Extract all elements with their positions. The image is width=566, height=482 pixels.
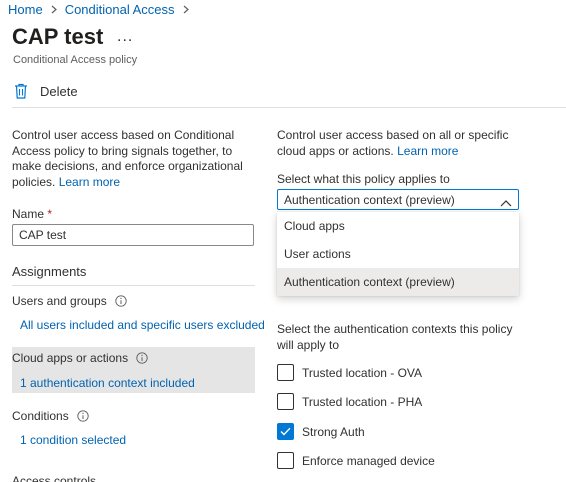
contexts-description: Select the authentication contexts this …: [277, 322, 513, 352]
option-label: Cloud apps: [284, 219, 345, 233]
delete-button[interactable]: Delete: [14, 83, 78, 99]
conditions-value-link[interactable]: 1 condition selected: [20, 433, 126, 447]
more-icon[interactable]: ...: [117, 28, 133, 46]
left-description: Control user access based on Conditional…: [12, 128, 252, 190]
checkbox-row-trusted-location-ova[interactable]: Trusted location - OVA: [277, 364, 422, 381]
assignments-heading: Assignments: [12, 264, 87, 279]
trash-icon: [14, 83, 28, 99]
chevron-right-icon: [183, 3, 189, 17]
access-controls-heading: Access controls: [12, 474, 97, 482]
users-and-groups-label: Users and groups: [12, 294, 107, 308]
conditions-row[interactable]: Conditions: [12, 409, 89, 423]
option-label: User actions: [284, 247, 351, 261]
cloud-apps-row[interactable]: Cloud apps or actions: [12, 351, 148, 365]
checkbox-row-enforce-managed-device[interactable]: Enforce managed device: [277, 452, 435, 469]
chevron-up-icon: [500, 196, 512, 206]
checkbox[interactable]: [277, 452, 294, 469]
checkbox-checked[interactable]: [277, 423, 294, 440]
option-authentication-context[interactable]: Authentication context (preview): [277, 268, 519, 296]
learn-more-link[interactable]: Learn more: [397, 144, 458, 158]
applies-to-dropdown[interactable]: Authentication context (preview): [277, 189, 519, 210]
option-label: Authentication context (preview): [284, 275, 455, 289]
checkbox-label: Trusted location - OVA: [302, 365, 423, 380]
info-icon[interactable]: [77, 410, 89, 422]
toolbar-divider: [12, 107, 566, 108]
breadcrumb-conditional-access-link[interactable]: Conditional Access: [65, 2, 175, 17]
checkmark-icon: [280, 427, 291, 436]
name-label-text: Name: [12, 207, 45, 221]
checkbox[interactable]: [277, 364, 294, 381]
chevron-right-icon: [51, 3, 57, 17]
checkbox-row-strong-auth[interactable]: Strong Auth: [277, 423, 365, 440]
learn-more-link[interactable]: Learn more: [59, 175, 120, 189]
applies-to-label: Select what this policy applies to: [277, 172, 450, 186]
checkbox-label: Trusted location - PHA: [302, 394, 423, 409]
name-field[interactable]: [12, 224, 254, 246]
page-subtitle: Conditional Access policy: [13, 54, 138, 66]
breadcrumb: Home Conditional Access: [8, 2, 197, 17]
name-label: Name *: [12, 207, 52, 221]
users-and-groups-row[interactable]: Users and groups: [12, 294, 127, 308]
applies-to-options-list: Cloud apps User actions Authentication c…: [277, 212, 519, 296]
checkbox[interactable]: [277, 393, 294, 410]
checkbox-label: Enforce managed device: [302, 453, 435, 468]
option-user-actions[interactable]: User actions: [277, 240, 519, 268]
breadcrumb-home-link[interactable]: Home: [8, 2, 43, 17]
right-description: Control user access based on all or spec…: [277, 128, 537, 159]
conditions-label: Conditions: [12, 409, 69, 423]
required-marker: *: [47, 207, 53, 221]
cloud-apps-value-link[interactable]: 1 authentication context included: [20, 376, 195, 390]
cloud-apps-label: Cloud apps or actions: [12, 351, 129, 365]
info-icon[interactable]: [115, 295, 127, 307]
delete-label: Delete: [40, 83, 78, 99]
right-description-text: Control user access based on all or spec…: [277, 128, 509, 158]
checkbox-row-trusted-location-pha[interactable]: Trusted location - PHA: [277, 393, 422, 410]
info-icon[interactable]: [136, 352, 148, 364]
option-cloud-apps[interactable]: Cloud apps: [277, 212, 519, 240]
applies-to-selected-value: Authentication context (preview): [284, 192, 455, 207]
assignments-divider: [12, 285, 255, 286]
page-title: CAP test: [12, 24, 104, 49]
left-description-text: Control user access based on Conditional…: [12, 128, 243, 189]
users-and-groups-value-link[interactable]: All users included and specific users ex…: [20, 318, 265, 332]
checkbox-label: Strong Auth: [302, 424, 365, 439]
